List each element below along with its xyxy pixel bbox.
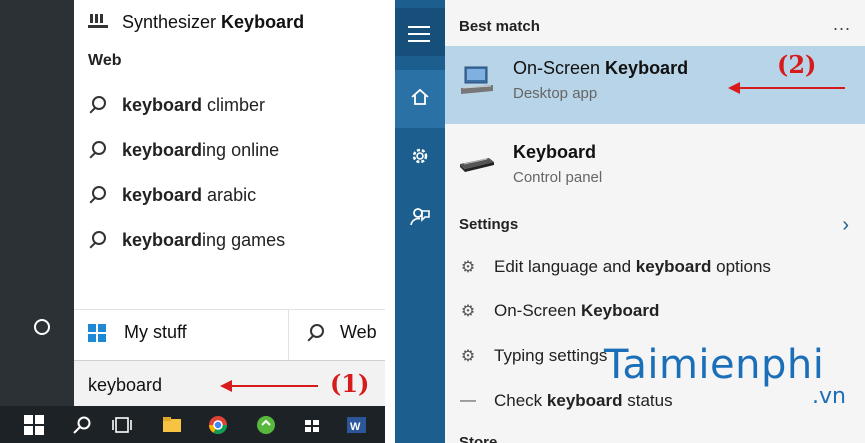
store-icon[interactable] [302, 415, 322, 435]
left-rail [0, 0, 74, 406]
web-suggestion[interactable]: keyboarding online [88, 135, 279, 165]
web-suggestion[interactable]: keyboarding games [88, 225, 285, 255]
on-screen-keyboard-icon [461, 66, 493, 94]
settings-header: Settings [459, 216, 519, 233]
hamburger-icon [408, 26, 430, 42]
web-suggestion[interactable]: keyboard climber [88, 90, 265, 120]
pen-icon: — [460, 392, 476, 409]
search-icon [88, 186, 106, 204]
my-stuff-button[interactable]: My stuff [88, 322, 187, 343]
search-icon [88, 141, 106, 159]
right-rail [395, 0, 445, 443]
gear-icon: ⚙ [460, 303, 476, 320]
annotation-arrow-1 [220, 380, 318, 392]
search-scope-bar: My stuff Web [74, 309, 385, 360]
search-icon [306, 323, 324, 342]
gap [385, 0, 395, 443]
watermark-suffix: .vn [812, 384, 846, 409]
divider [288, 310, 289, 360]
gear-icon: ⚙ [460, 259, 476, 276]
cortana-icon[interactable] [34, 319, 50, 335]
keyboard-icon [88, 14, 108, 30]
setting-typing-settings[interactable]: ⚙ Typing settings [459, 346, 608, 366]
setting-on-screen-keyboard[interactable]: ⚙ On-Screen Keyboard [459, 301, 660, 321]
result-synthesizer-keyboard[interactable]: Synthesizer Keyboard [88, 8, 304, 36]
word-icon[interactable]: W [346, 415, 366, 435]
keyboard-icon [460, 158, 494, 172]
my-stuff-label: My stuff [124, 322, 187, 342]
file-explorer-icon[interactable] [162, 415, 182, 435]
best-match-header: Best match [459, 18, 540, 35]
windows-icon [88, 323, 106, 342]
result-label: Synthesizer Keyboard [122, 11, 305, 32]
taskbar: W [0, 406, 385, 443]
web-button-label: Web [340, 322, 377, 342]
web-suggestion[interactable]: keyboard arabic [88, 180, 256, 210]
annotation-arrow-2 [728, 82, 845, 94]
start-button-icon[interactable] [24, 415, 44, 435]
keyboard-control-panel-item[interactable]: Keyboard Control panel [459, 142, 602, 186]
annotation-label-1: (1) [330, 369, 370, 398]
keyboard-subtitle: Control panel [513, 169, 603, 186]
start-search-panel: Synthesizer Keyboard Web keyboard climbe… [0, 0, 385, 443]
search-icon [88, 231, 106, 249]
web-search-button[interactable]: Web [306, 322, 377, 343]
svg-text:W: W [350, 421, 361, 433]
search-icon[interactable] [72, 415, 92, 435]
app-icon[interactable] [256, 415, 276, 435]
search-query-text: keyboard [88, 375, 163, 395]
search-results-list: Synthesizer Keyboard Web keyboard climbe… [74, 0, 385, 310]
watermark-logo: Taimienphi [604, 342, 825, 388]
store-header: Store [459, 434, 498, 443]
web-section-header: Web [88, 52, 122, 69]
annotation-label-2: (2) [777, 50, 817, 79]
setting-edit-language-keyboard[interactable]: ⚙ Edit language and keyboard options [459, 257, 771, 277]
task-view-icon[interactable] [112, 415, 132, 435]
best-match-subtitle: Desktop app [513, 85, 598, 102]
home-icon[interactable] [409, 86, 431, 108]
chrome-icon[interactable] [208, 415, 228, 435]
more-options-button[interactable]: ... [833, 14, 851, 35]
chevron-right-icon[interactable]: › [842, 214, 849, 237]
gear-icon: ⚙ [460, 348, 476, 365]
feedback-icon[interactable] [409, 206, 431, 228]
search-icon [88, 96, 106, 114]
menu-button[interactable] [395, 8, 445, 56]
keyboard-title: Keyboard [513, 142, 597, 162]
gear-icon[interactable] [409, 145, 431, 167]
setting-check-keyboard-status[interactable]: — Check keyboard status [459, 391, 673, 411]
best-match-title: On-Screen Keyboard [513, 58, 689, 78]
